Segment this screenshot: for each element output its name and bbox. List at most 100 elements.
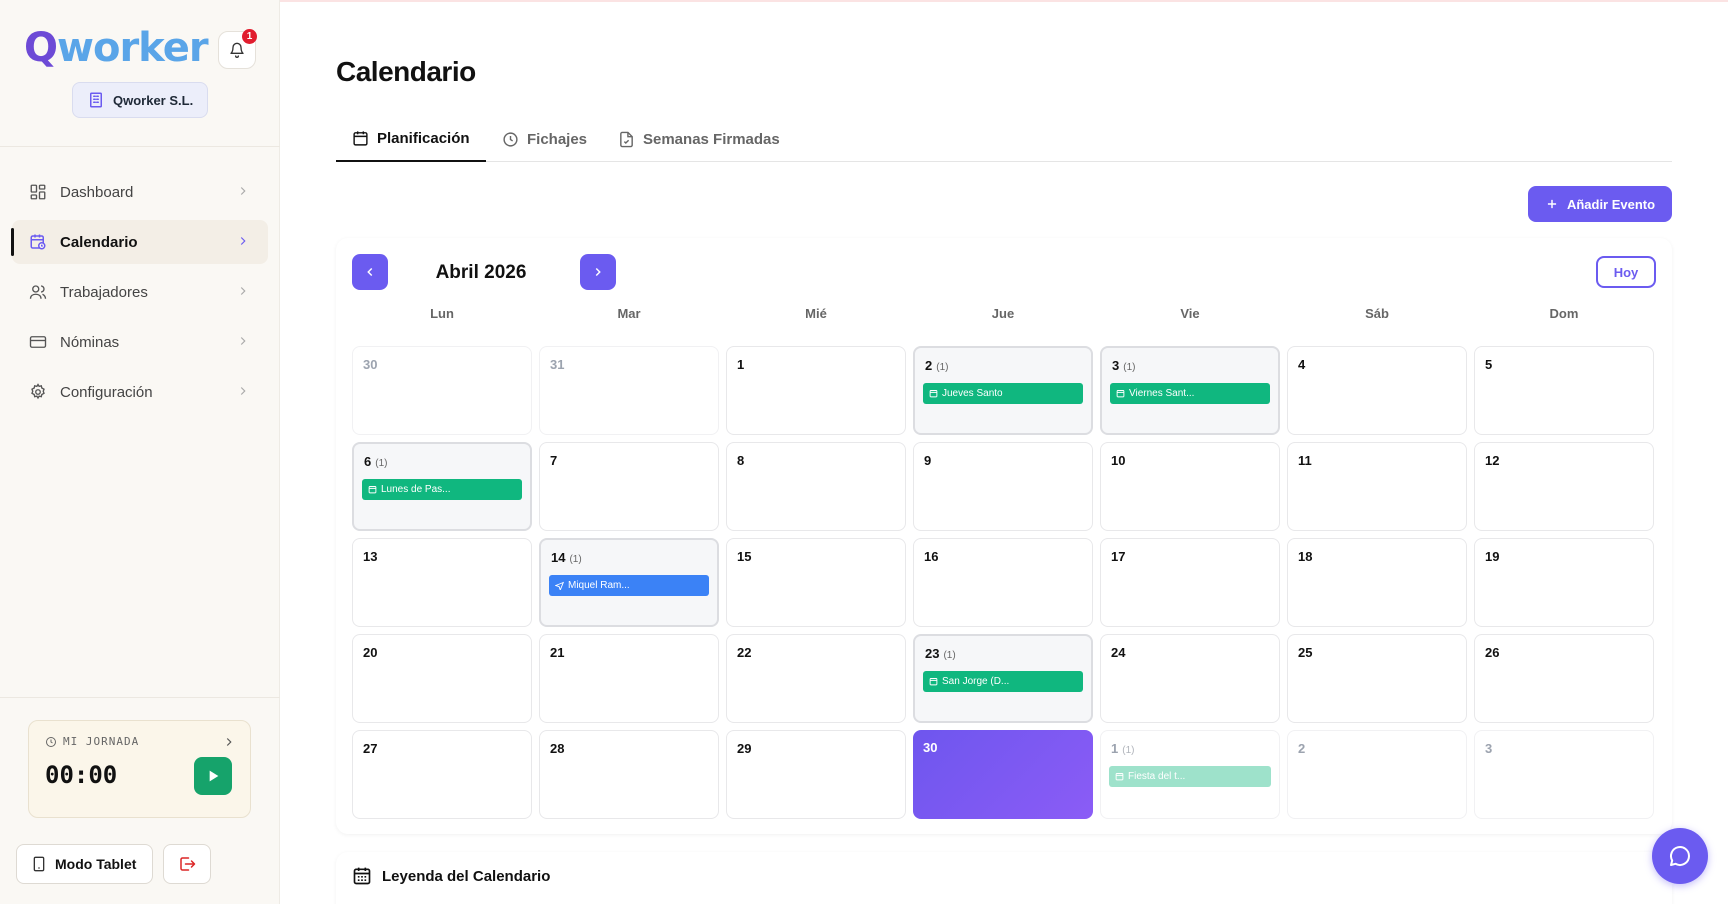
calendar-icon	[353, 130, 368, 146]
tab-semanas-firmadas[interactable]: Semanas Firmadas	[602, 116, 796, 162]
day-number: 10	[1111, 453, 1125, 468]
calendar-day[interactable]: 29	[726, 730, 906, 819]
sidebar-item-trabajadores[interactable]: Trabajadores	[12, 270, 268, 314]
day-number-text: 22	[737, 645, 752, 660]
sidebar-item-label: Configuración	[60, 383, 153, 401]
day-number-text: 25	[1298, 645, 1313, 660]
event-chip-absence[interactable]: Miquel Ram...	[549, 575, 709, 596]
calendar-day[interactable]: 21	[539, 634, 719, 723]
calendar-day[interactable]: 9	[913, 442, 1093, 531]
day-number: 28	[550, 741, 564, 756]
sidebar-item-calendario[interactable]: Calendario	[11, 220, 268, 264]
today-button[interactable]: Hoy	[1596, 256, 1656, 288]
calendar-day[interactable]: 7	[539, 442, 719, 531]
calendar-day[interactable]: 11	[1287, 442, 1467, 531]
day-number-text: 30	[363, 357, 378, 372]
day-number: 12	[1485, 453, 1499, 468]
calendar-day[interactable]: 28	[539, 730, 719, 819]
calendar-day[interactable]: 27	[352, 730, 532, 819]
sidebar-item-label: Nóminas	[60, 333, 120, 351]
company-selector[interactable]: Qworker S.L.	[72, 82, 208, 118]
prev-month-button[interactable]	[352, 254, 388, 290]
day-number-text: 20	[363, 645, 378, 660]
tab-fichajes[interactable]: Fichajes	[486, 116, 603, 162]
event-chip-holiday[interactable]: San Jorge (D...	[923, 671, 1083, 692]
event-chip-holiday[interactable]: Lunes de Pas...	[362, 479, 522, 500]
calendar-day-today[interactable]: 30	[913, 730, 1093, 819]
calendar-icon	[1115, 773, 1124, 781]
sidebar-item-label: Calendario	[60, 233, 138, 251]
calendar-day[interactable]: 18	[1287, 538, 1467, 627]
day-number-text: 6	[364, 454, 372, 469]
calendar-day[interactable]: 25	[1287, 634, 1467, 723]
calendar-day[interactable]: 6 (1) Lunes de Pas...	[352, 442, 532, 531]
plane-icon	[555, 581, 564, 590]
day-number-text: 11	[1298, 453, 1312, 468]
calendar-day[interactable]: 15	[726, 538, 906, 627]
calendar-day[interactable]: 24	[1100, 634, 1280, 723]
add-event-button[interactable]: Añadir Evento	[1528, 186, 1672, 222]
day-number-text: 16	[924, 549, 939, 564]
chat-support-button[interactable]	[1652, 828, 1708, 884]
calendar-day[interactable]: 2	[1287, 730, 1467, 819]
chevron-right-icon[interactable]	[222, 735, 236, 749]
calendar-day[interactable]: 12	[1474, 442, 1654, 531]
calendar-day[interactable]: 30	[352, 346, 532, 435]
calendar-day[interactable]: 26	[1474, 634, 1654, 723]
calendar-day[interactable]: 31	[539, 346, 719, 435]
calendar-icon	[1116, 390, 1125, 398]
calendar-day[interactable]: 1 (1) Fiesta del t...	[1100, 730, 1280, 819]
calendar-day[interactable]: 2 (1) Jueves Santo	[913, 346, 1093, 435]
day-number-text: 14	[551, 550, 566, 565]
calendar-day[interactable]: 5	[1474, 346, 1654, 435]
tab-bar: Planificación Fichajes Semanas Firmadas	[336, 116, 1672, 162]
calendar-day[interactable]: 17	[1100, 538, 1280, 627]
event-label: Viernes Sant...	[1129, 388, 1195, 399]
calendar-day[interactable]: 8	[726, 442, 906, 531]
weekday-label: Lun	[430, 306, 454, 321]
logout-button[interactable]	[163, 844, 211, 884]
start-jornada-button[interactable]	[194, 757, 232, 795]
weekday-header: Lun Mar Mié Jue Vie Sáb Dom	[352, 306, 1656, 321]
calendar-day[interactable]: 1	[726, 346, 906, 435]
event-chip-holiday[interactable]: Viernes Sant...	[1110, 383, 1270, 404]
day-number: 6 (1)	[364, 454, 387, 469]
calendar-day[interactable]: 20	[352, 634, 532, 723]
tab-label: Planificación	[377, 129, 470, 147]
day-number-text: 30	[923, 740, 938, 755]
company-name: Qworker S.L.	[113, 92, 194, 108]
day-number: 17	[1111, 549, 1125, 564]
calendar-day[interactable]: 4	[1287, 346, 1467, 435]
calendar-day[interactable]: 10	[1100, 442, 1280, 531]
calendar-day[interactable]: 14 (1) Miquel Ram...	[539, 538, 719, 627]
sidebar-item-configuracion[interactable]: Configuración	[12, 370, 268, 414]
tab-planificacion[interactable]: Planificación	[336, 116, 486, 162]
day-number: 3	[1485, 741, 1492, 756]
calendar-day[interactable]: 3	[1474, 730, 1654, 819]
day-number: 18	[1298, 549, 1312, 564]
calendar-day[interactable]: 3 (1) Viernes Sant...	[1100, 346, 1280, 435]
jornada-label: MI JORNADA	[45, 735, 139, 748]
day-number-text: 12	[1485, 453, 1500, 468]
event-chip-holiday[interactable]: Fiesta del t...	[1109, 766, 1271, 787]
calendar-day[interactable]: 16	[913, 538, 1093, 627]
day-number: 27	[363, 741, 377, 756]
day-number-text: 24	[1111, 645, 1126, 660]
sidebar-item-nominas[interactable]: Nóminas	[12, 320, 268, 364]
tablet-mode-button[interactable]: Modo Tablet	[16, 844, 153, 884]
calendar-day[interactable]: 13	[352, 538, 532, 627]
calendar-day[interactable]: 19	[1474, 538, 1654, 627]
calendar-day[interactable]: 23 (1) San Jorge (D...	[913, 634, 1093, 723]
dashboard-icon	[28, 182, 48, 202]
day-number-text: 26	[1485, 645, 1500, 660]
day-number: 13	[363, 549, 377, 564]
calendar-day[interactable]: 22	[726, 634, 906, 723]
app-logo[interactable]: Qworker	[24, 26, 209, 70]
sidebar-item-dashboard[interactable]: Dashboard	[12, 170, 268, 214]
event-chip-holiday[interactable]: Jueves Santo	[923, 383, 1083, 404]
logout-icon	[180, 857, 196, 871]
mi-jornada-widget[interactable]: MI JORNADA 00:00	[28, 720, 251, 818]
next-month-button[interactable]	[580, 254, 616, 290]
weekday-label: Mar	[617, 306, 641, 321]
day-number-text: 2	[1298, 741, 1306, 756]
